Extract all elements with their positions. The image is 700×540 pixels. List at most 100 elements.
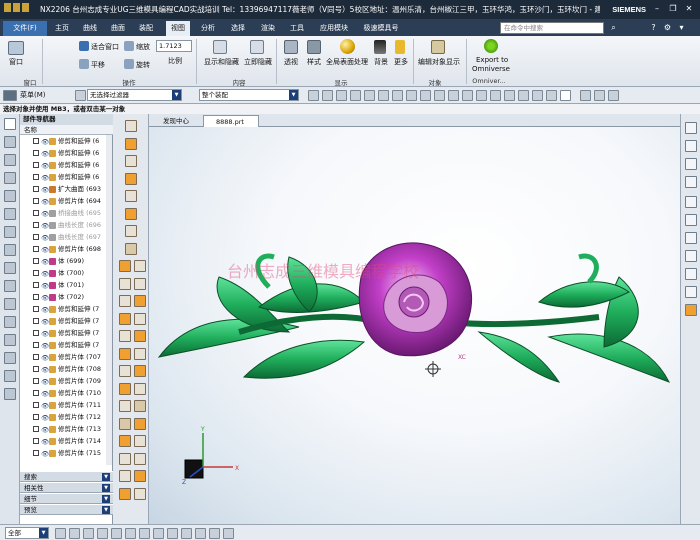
feature-command-icon[interactable] [134,260,146,272]
chevron-down-icon[interactable]: ▼ [102,473,110,481]
visibility-checkbox[interactable] [33,258,39,264]
snap-icon[interactable] [406,90,417,101]
visibility-checkbox[interactable] [33,330,39,336]
view-icon[interactable] [685,232,697,244]
view-icon[interactable] [685,176,697,188]
feature-command-icon[interactable] [134,347,146,360]
tool-icon[interactable] [4,334,16,346]
ribbon-collapse-icon[interactable]: ▾ [676,22,687,33]
tool-icon[interactable] [4,388,16,400]
feature-command-icon[interactable] [125,155,137,167]
file-menu[interactable]: 文件(F) [3,21,47,36]
tree-row[interactable]: 👁 修剪和延伸 (6 [20,172,113,183]
tree-row[interactable]: 👁 桥接曲线 (695 [20,208,113,219]
palette-icon[interactable] [4,316,16,328]
bottom-filter-dropdown[interactable]: 全部 ▼ [5,527,49,539]
feature-command-icon[interactable] [119,295,131,307]
feature-command-icon[interactable] [125,120,137,132]
visibility-checkbox[interactable] [33,270,39,276]
resource-bar-toggle-icon[interactable] [4,118,16,130]
accordion-dependencies[interactable]: 相关性 ▼ [20,482,113,493]
tab-render[interactable]: 渲染 [256,21,280,36]
tree-row[interactable]: 👁 修剪片体 (714 [20,436,113,447]
tool-icon[interactable] [69,528,80,539]
zoom-button[interactable]: 缩放 [136,42,150,52]
tree-row[interactable]: 👁 修剪片体 (709 [20,376,113,387]
tool-icon[interactable] [4,352,16,364]
snap-icon[interactable] [476,90,487,101]
feature-command-icon[interactable] [134,487,146,500]
view-icon[interactable] [685,158,697,170]
search-icon[interactable]: ⌕ [608,22,619,33]
snap-icon[interactable] [378,90,389,101]
tool-icon[interactable] [153,528,164,539]
tree-row[interactable]: 👁 曲线长度 (697 [20,232,113,243]
pan-icon[interactable] [79,59,89,69]
tree-row[interactable]: 👁 扩大曲面 (693 [20,184,113,195]
feature-command-icon[interactable] [134,330,146,342]
visibility-checkbox[interactable] [33,162,39,168]
tab-select[interactable]: 选择 [226,21,250,36]
show-hide-icon[interactable] [213,40,227,54]
settings-icon[interactable]: ⚙ [662,22,673,33]
chevron-down-icon[interactable]: ▼ [102,495,110,503]
export-omniverse-line1[interactable]: Export to [476,56,508,64]
visibility-checkbox[interactable] [33,210,39,216]
feature-command-icon[interactable] [134,382,146,395]
tree-row[interactable]: 👁 体 (700) [20,268,113,279]
snap-icon[interactable] [580,90,591,101]
tab-discovery-center[interactable]: 发现中心 [151,115,201,127]
visibility-checkbox[interactable] [33,246,39,252]
feature-command-icon[interactable] [134,277,146,290]
visibility-checkbox[interactable] [33,414,39,420]
feature-command-icon[interactable] [125,242,137,255]
reuse-library-icon[interactable] [4,190,16,202]
more-icon[interactable] [395,40,405,54]
tree-row[interactable]: 👁 修剪片体 (707 [20,352,113,363]
visibility-checkbox[interactable] [33,438,39,444]
feature-command-icon[interactable] [134,417,146,430]
view-icon[interactable] [685,304,697,316]
filter-icon[interactable] [75,90,86,101]
fit-window-button[interactable]: 适合窗口 [91,42,119,52]
snap-icon[interactable] [308,90,319,101]
tree-row[interactable]: 👁 修剪片体 (713 [20,424,113,435]
feature-command-icon[interactable] [134,295,146,307]
tree-row[interactable]: 👁 修剪和延伸 (6 [20,136,113,147]
constraint-navigator-icon[interactable] [4,154,16,166]
visibility-checkbox[interactable] [33,402,39,408]
tab-tools[interactable]: 工具 [285,21,309,36]
pan-button[interactable]: 平移 [91,60,105,70]
style-button[interactable]: 样式 [307,57,321,67]
snap-icon[interactable] [532,90,543,101]
tool-icon[interactable] [4,370,16,382]
web-browser-icon[interactable] [4,226,16,238]
selection-filter-dropdown[interactable]: 无选择过滤器 ▼ [87,89,182,101]
tree-row[interactable]: 👁 修剪和延伸 (7 [20,304,113,315]
tree-row[interactable]: 👁 修剪片体 (698 [20,244,113,255]
snap-icon[interactable] [434,90,445,101]
snap-icon[interactable] [364,90,375,101]
hd3d-tools-icon[interactable] [4,208,16,220]
tree-row[interactable]: 👁 体 (702) [20,292,113,303]
minimize-button[interactable]: – [652,4,662,14]
background-button[interactable]: 背景 [374,57,388,67]
navigator-scrollbar[interactable] [106,135,112,465]
visibility-checkbox[interactable] [33,150,39,156]
visibility-checkbox[interactable] [33,222,39,228]
feature-command-icon[interactable] [125,207,137,220]
feature-command-icon[interactable] [119,382,131,395]
fit-window-icon[interactable] [79,41,89,51]
feature-command-icon[interactable] [119,260,131,272]
tool-icon[interactable] [97,528,108,539]
roles-icon[interactable] [4,280,16,292]
snap-icon[interactable] [490,90,501,101]
command-search-input[interactable]: 在命令中搜索 [500,22,604,34]
feature-command-icon[interactable] [134,312,146,325]
feature-command-icon[interactable] [119,330,131,342]
tree-row[interactable]: 👁 修剪和延伸 (6 [20,148,113,159]
tab-mold-wizard[interactable]: 极速模具号 [358,21,404,36]
snap-icon[interactable] [608,90,619,101]
feature-command-icon[interactable] [119,487,131,500]
tool-icon[interactable] [195,528,206,539]
